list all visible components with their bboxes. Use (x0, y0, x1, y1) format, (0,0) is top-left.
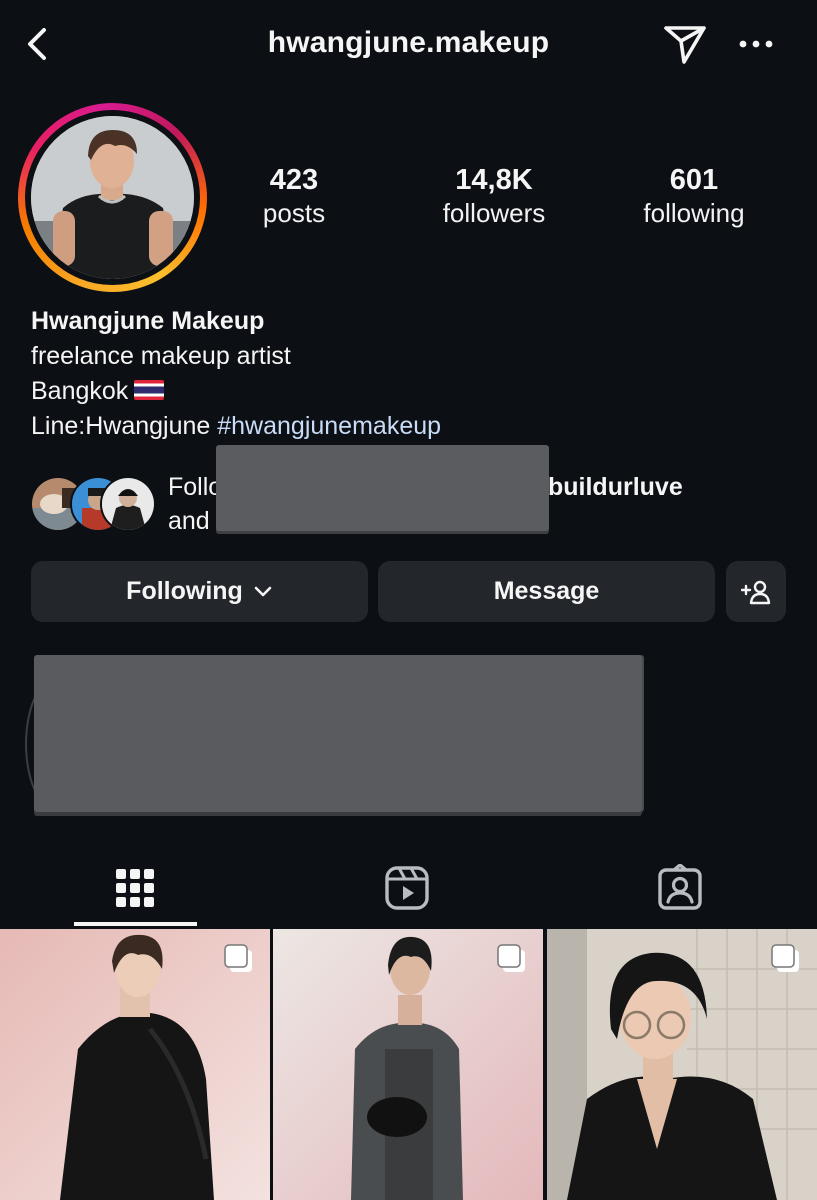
posts-stat[interactable]: 423 posts (204, 163, 384, 229)
display-name: Hwangjune Makeup (31, 307, 265, 335)
chevron-down-icon (254, 586, 272, 596)
post-thumbnail[interactable] (547, 929, 817, 1200)
bio-location: Bangkok (31, 374, 441, 409)
multiple-photos-icon (497, 944, 525, 972)
post-thumbnail[interactable] (0, 929, 270, 1200)
bio-line: freelance makeup artist (31, 342, 291, 370)
posts-label: posts (262, 198, 326, 228)
followers-count: 14,8K (455, 164, 533, 196)
multiple-photos-icon (771, 944, 799, 972)
bio-section: Hwangjune Makeup freelance makeup artist… (31, 304, 441, 444)
following-count: 601 (669, 164, 719, 196)
followed-by-text[interactable]: Follo and (168, 470, 222, 538)
bio-contact: Line:Hwangjune #hwangjunemakeup (31, 412, 442, 440)
profile-avatar[interactable] (31, 116, 194, 279)
send-icon[interactable] (662, 22, 708, 66)
mutual-avatar[interactable] (100, 476, 156, 532)
active-tab-indicator (74, 922, 197, 926)
reels-icon[interactable] (383, 864, 431, 912)
post-thumbnail[interactable] (273, 929, 543, 1200)
grid-icon[interactable] (111, 864, 159, 912)
redaction-box (216, 445, 549, 531)
hashtag-link[interactable]: #hwangjunemakeup (217, 412, 441, 440)
posts-count: 423 (269, 164, 319, 196)
followed-by-username[interactable]: buildurluve (548, 470, 683, 504)
add-user-button[interactable] (726, 561, 786, 622)
redaction-box (34, 655, 642, 812)
following-button[interactable]: Following (31, 561, 368, 622)
followers-label: followers (442, 198, 546, 228)
following-label: following (643, 198, 745, 228)
thailand-flag-icon (134, 380, 165, 400)
multiple-photos-icon (224, 944, 252, 972)
tagged-icon[interactable] (656, 864, 704, 912)
add-user-icon (741, 580, 771, 604)
more-icon[interactable] (738, 34, 774, 54)
followers-stat[interactable]: 14,8K followers (404, 163, 584, 229)
message-button[interactable]: Message (378, 561, 715, 622)
following-stat[interactable]: 601 following (604, 163, 784, 229)
